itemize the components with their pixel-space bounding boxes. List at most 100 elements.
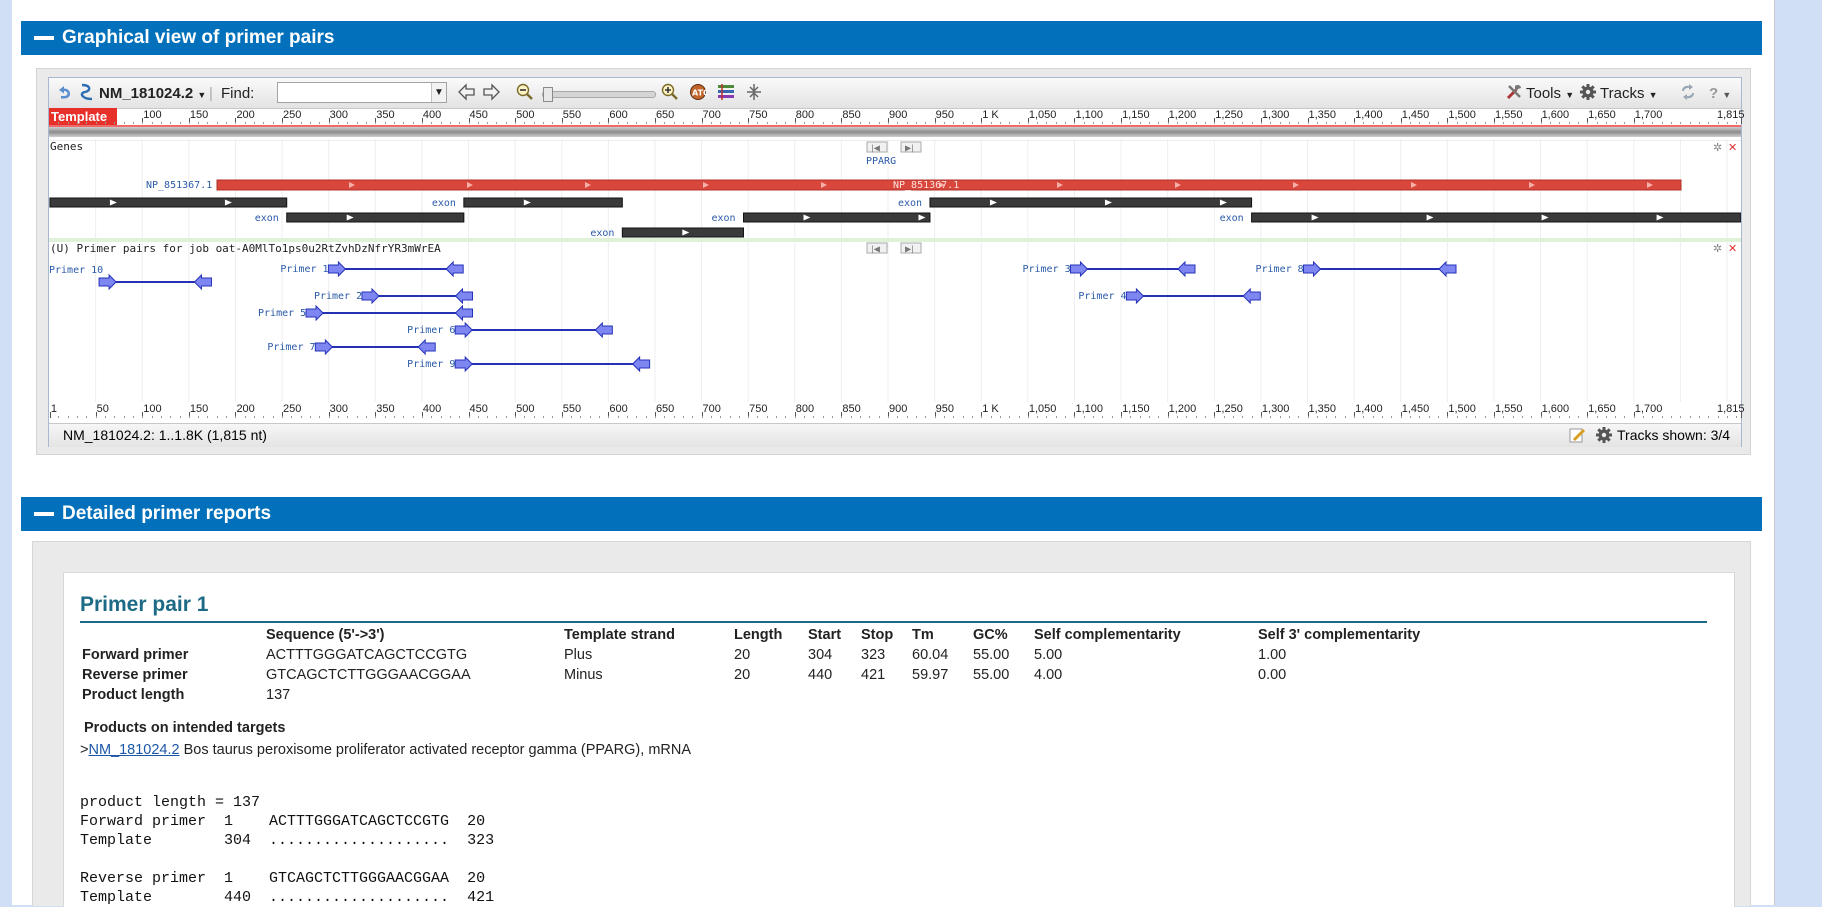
undo-icon[interactable]: [55, 83, 73, 105]
ruler-minor-tick: [841, 416, 843, 418]
exon-label: exon: [590, 228, 614, 239]
primer-label: Primer 4: [1078, 291, 1126, 302]
zoom-slider[interactable]: [542, 87, 656, 102]
reverse-primer-arrow[interactable]: [594, 321, 613, 339]
ruler-minor-tick: [1503, 416, 1505, 418]
forward-tm: 60.04: [912, 647, 949, 663]
forward-primer-arrow[interactable]: [314, 338, 334, 356]
accession-selector[interactable]: NM_181024.2 ▼: [99, 85, 206, 102]
track-settings-icon[interactable]: ✲: [1713, 242, 1722, 255]
ruler-tick-label: 650: [655, 403, 675, 415]
sequence-switch-icon[interactable]: [79, 83, 95, 105]
header-self3: Self 3' complementarity: [1258, 627, 1421, 643]
reverse-primer-arrow[interactable]: [454, 287, 474, 305]
ruler-minor-tick: [1055, 122, 1057, 124]
header-gc: GC%: [973, 627, 1008, 643]
reverse-primer-arrow[interactable]: [417, 338, 436, 356]
exon-bar[interactable]: [929, 197, 1253, 208]
zoom-slider-handle[interactable]: [543, 87, 553, 102]
tracks-menu[interactable]: Tracks ▼: [1600, 85, 1658, 102]
ruler-minor-tick: [1046, 416, 1048, 418]
forward-primer-arrow[interactable]: [361, 287, 380, 305]
reverse-primer-arrow[interactable]: [1177, 260, 1196, 278]
ruler-minor-tick: [1102, 416, 1104, 418]
ruler-tick-label: 450: [469, 403, 488, 415]
track-close-icon[interactable]: ✕: [1728, 141, 1737, 154]
help-icon: ?: [1709, 85, 1719, 102]
exon-bar[interactable]: [286, 212, 465, 223]
settings-gear-icon[interactable]: [1595, 426, 1613, 447]
reverse-primer-arrow[interactable]: [454, 304, 474, 322]
tools-icon[interactable]: [1505, 83, 1523, 105]
zoom-in-icon[interactable]: [661, 83, 679, 105]
tools-menu[interactable]: Tools ▼: [1526, 85, 1574, 102]
track-settings-icon[interactable]: ✲: [1713, 141, 1722, 154]
ruler-minor-tick: [757, 416, 759, 418]
tracks-canvas: |◀ ▶| ✲ ✕ |◀ ▶| ✲ ✕ PPARG NP_851367.1 NP_851367.1e…: [49, 140, 1741, 402]
ruler-tick-label: 550: [562, 403, 582, 415]
forward-primer-arrow[interactable]: [454, 321, 473, 339]
gear-icon[interactable]: [1579, 83, 1597, 105]
reverse-primer-arrow[interactable]: [631, 355, 651, 373]
exon-bar[interactable]: [743, 212, 931, 223]
edit-icon[interactable]: [1568, 426, 1586, 447]
exon-bar[interactable]: [463, 197, 623, 208]
forward-primer-arrow[interactable]: [305, 304, 324, 322]
ruler-minor-tick: [431, 416, 433, 418]
refresh-icon[interactable]: [1679, 83, 1697, 105]
ruler-minor-tick: [1475, 122, 1477, 124]
ruler-minor-tick: [1111, 416, 1113, 418]
ruler-minor-tick: [943, 416, 945, 418]
forward-primer-arrow[interactable]: [1303, 260, 1322, 278]
zoom-out-icon[interactable]: [516, 83, 534, 105]
collapse-icon[interactable]: [34, 511, 54, 516]
ruler-tick-label: 450: [469, 109, 488, 121]
graphical-view-header[interactable]: Graphical view of primer pairs: [21, 21, 1762, 55]
ruler-minor-tick: [915, 416, 917, 418]
find-label: Find:: [221, 85, 255, 102]
ruler-tick-label: 550: [562, 109, 582, 121]
forward-primer-arrow[interactable]: [98, 273, 117, 291]
detailed-reports-header[interactable]: Detailed primer reports: [21, 497, 1762, 531]
ruler-minor-tick: [254, 122, 256, 124]
ruler-minor-tick: [142, 122, 144, 124]
track-close-icon[interactable]: ✕: [1728, 242, 1737, 255]
reverse-primer-arrow[interactable]: [445, 260, 464, 278]
find-dropdown-icon[interactable]: ▼: [431, 83, 446, 102]
collapse-icon[interactable]: [34, 35, 54, 40]
ruler-minor-tick: [943, 122, 945, 124]
ruler-minor-tick: [897, 122, 899, 124]
ruler-minor-tick: [1270, 122, 1272, 124]
forward-primer-arrow[interactable]: [1125, 287, 1145, 305]
alignment-line: Forward primer 1 ACTTTGGGATCAGCTCCGTG 20: [80, 813, 486, 830]
ruler-minor-tick: [981, 122, 983, 124]
collapse-tracks-icon[interactable]: [745, 83, 763, 105]
ruler-minor-tick: [226, 122, 228, 124]
ruler-minor-tick: [170, 416, 172, 418]
ruler-minor-tick: [1671, 122, 1673, 124]
header-start: Start: [808, 627, 842, 643]
ruler-minor-tick: [1689, 122, 1691, 124]
target-accession-link[interactable]: NM_181024.2: [88, 742, 179, 758]
zoom-to-sequence-icon[interactable]: ATG: [689, 83, 710, 105]
ruler-tick-label: 350: [376, 403, 395, 415]
forward-self: 5.00: [1034, 647, 1063, 663]
ruler-minor-tick: [1037, 416, 1039, 418]
help-menu[interactable]: ? ▼: [1709, 85, 1731, 102]
reverse-length: 20: [734, 667, 751, 683]
forward-primer-arrow[interactable]: [1069, 260, 1089, 278]
arrow-left-icon[interactable]: [457, 82, 477, 106]
exon-bar[interactable]: [49, 197, 288, 208]
reverse-primer-arrow[interactable]: [193, 273, 212, 291]
find-input[interactable]: ▼: [277, 82, 447, 103]
forward-primer-arrow[interactable]: [327, 260, 347, 278]
primer-label: Primer 8: [1256, 264, 1304, 275]
ruler-minor-tick: [1643, 416, 1645, 418]
reverse-primer-arrow[interactable]: [1242, 287, 1261, 305]
ruler-tick-label: 1,500: [1448, 109, 1476, 121]
exon-bar[interactable]: [1251, 212, 1741, 223]
ruler-minor-tick: [440, 416, 442, 418]
forward-primer-arrow[interactable]: [454, 355, 473, 373]
arrow-right-icon[interactable]: [481, 82, 501, 106]
markers-icon[interactable]: [717, 83, 735, 105]
